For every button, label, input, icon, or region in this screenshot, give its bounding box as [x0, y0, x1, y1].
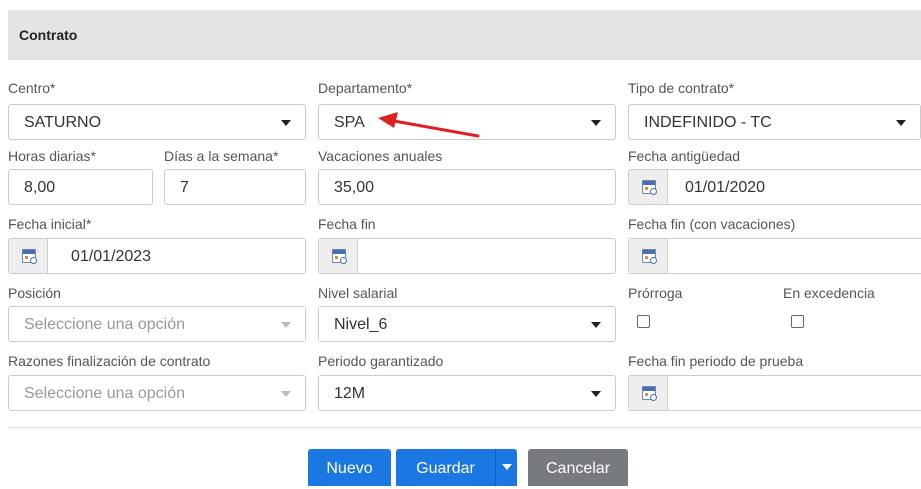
periodo-garantizado-value: 12M	[334, 385, 366, 402]
dias-semana-input[interactable]: 7	[164, 169, 306, 205]
horas-diarias-label: Horas diarias*	[8, 148, 96, 164]
calendar-icon	[332, 249, 347, 264]
chevron-down-icon	[591, 120, 601, 126]
fecha-fin-vac-field[interactable]	[628, 238, 921, 274]
fecha-fin-prueba-label: Fecha fin periodo de prueba	[628, 353, 804, 369]
razones-fin-label: Razones finalización de contrato	[8, 353, 211, 369]
calendar-icon	[642, 386, 657, 401]
annotation-arrow	[378, 112, 480, 138]
calendar-icon	[642, 180, 657, 195]
calendar-button[interactable]	[629, 170, 668, 204]
prorroga-label: Prórroga	[628, 285, 683, 301]
fecha-antiguedad-label: Fecha antigüedad	[628, 148, 741, 164]
guardar-dropdown-toggle[interactable]	[495, 449, 517, 486]
fecha-inicial-value: 01/01/2023	[71, 248, 152, 265]
razones-fin-placeholder: Seleccione una opción	[24, 385, 186, 402]
tipo-contrato-value: INDEFINIDO - TC	[644, 114, 772, 131]
fecha-fin-label: Fecha fin	[318, 216, 376, 232]
chevron-down-icon	[281, 120, 291, 126]
fecha-inicial-field[interactable]: 01/01/2023	[8, 238, 306, 274]
prorroga-checkbox[interactable]	[637, 315, 650, 328]
fecha-fin-vac-label: Fecha fin (con vacaciones)	[628, 216, 796, 232]
dias-semana-label: Días a la semana*	[164, 148, 279, 164]
calendar-button[interactable]	[629, 376, 668, 410]
posicion-label: Posición	[8, 285, 61, 301]
fecha-antiguedad-field[interactable]: 01/01/2020	[628, 169, 921, 205]
chevron-down-icon	[896, 120, 906, 126]
posicion-select[interactable]: Seleccione una opción	[8, 306, 306, 342]
vacaciones-input[interactable]: 35,00	[318, 169, 616, 205]
calendar-button[interactable]	[319, 239, 358, 273]
panel-header: Contrato	[8, 10, 921, 60]
vacaciones-value: 35,00	[334, 179, 375, 196]
departamento-label: Departamento*	[318, 80, 413, 96]
nivel-salarial-label: Nivel salarial	[318, 285, 398, 301]
centro-select[interactable]: SATURNO	[8, 104, 306, 140]
horas-diarias-input[interactable]: 8,00	[8, 169, 153, 205]
calendar-icon	[22, 249, 37, 264]
fecha-fin-field[interactable]	[318, 238, 616, 274]
chevron-down-icon	[281, 391, 291, 397]
calendar-icon	[642, 249, 657, 264]
chevron-down-icon	[281, 322, 291, 328]
horas-diarias-value: 8,00	[24, 179, 56, 196]
chevron-down-icon	[591, 391, 601, 397]
calendar-button[interactable]	[629, 239, 668, 273]
dias-semana-value: 7	[180, 179, 189, 196]
periodo-garantizado-label: Periodo garantizado	[318, 353, 444, 369]
panel-title: Contrato	[19, 27, 78, 43]
posicion-placeholder: Seleccione una opción	[24, 316, 186, 333]
fecha-fin-prueba-field[interactable]	[628, 375, 921, 411]
caret-down-icon	[502, 464, 512, 470]
fecha-inicial-label: Fecha inicial*	[8, 216, 92, 232]
periodo-garantizado-select[interactable]: 12M	[318, 375, 616, 411]
calendar-button[interactable]	[9, 239, 48, 273]
cancelar-button[interactable]: Cancelar	[528, 449, 628, 486]
fecha-antiguedad-value: 01/01/2020	[685, 179, 766, 196]
divider	[8, 427, 921, 428]
centro-value: SATURNO	[24, 114, 102, 131]
excedencia-label: En excedencia	[783, 285, 875, 301]
nuevo-button[interactable]: Nuevo	[308, 449, 391, 486]
chevron-down-icon	[591, 322, 601, 328]
centro-label: Centro*	[8, 80, 56, 96]
vacaciones-label: Vacaciones anuales	[318, 148, 443, 164]
departamento-value: SPA	[334, 114, 365, 131]
excedencia-checkbox[interactable]	[791, 315, 804, 328]
nivel-salarial-select[interactable]: Nivel_6	[318, 306, 616, 342]
guardar-button[interactable]: Guardar	[396, 449, 495, 486]
tipo-contrato-label: Tipo de contrato*	[628, 80, 735, 96]
razones-fin-select[interactable]: Seleccione una opción	[8, 375, 306, 411]
nivel-salarial-value: Nivel_6	[334, 316, 388, 333]
tipo-contrato-select[interactable]: INDEFINIDO - TC	[628, 104, 921, 140]
